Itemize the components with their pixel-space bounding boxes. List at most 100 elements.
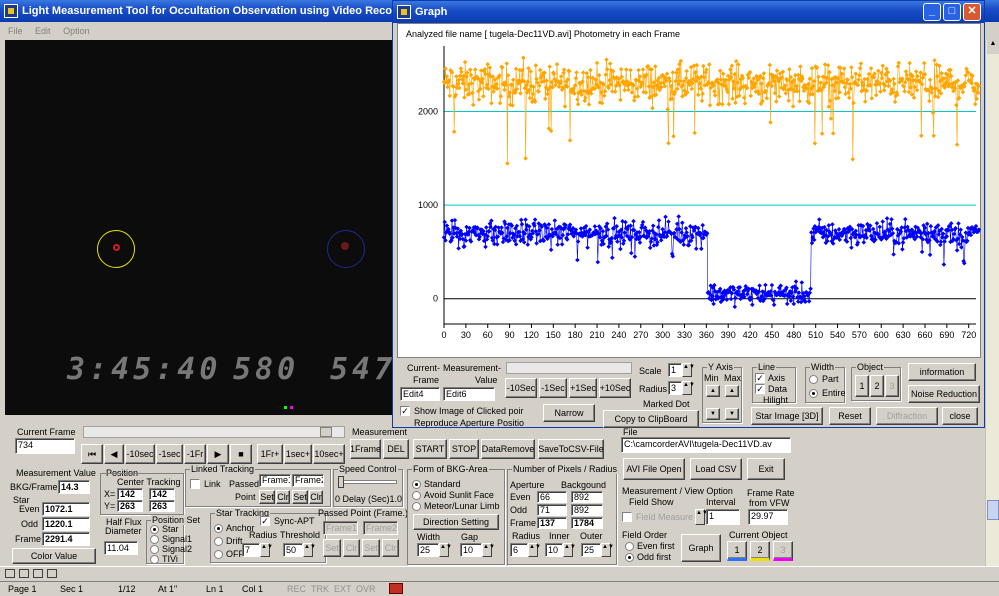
- framerate-input[interactable]: 29.97: [748, 509, 788, 525]
- load-csv-button[interactable]: Load CSV: [690, 458, 742, 480]
- view-outline-icon[interactable]: [47, 569, 57, 578]
- interval-spinner[interactable]: ▲▼: [695, 509, 708, 525]
- view-web-icon[interactable]: [19, 569, 29, 578]
- minus-10sec-button[interactable]: -10sec: [125, 444, 155, 464]
- speed-slider[interactable]: [339, 480, 397, 484]
- direction-setting-button[interactable]: Direction Setting: [413, 514, 499, 530]
- odd-first-radio[interactable]: [625, 553, 634, 562]
- menu-option[interactable]: Option: [63, 26, 90, 36]
- step-back-button[interactable]: ◀: [104, 444, 124, 464]
- current-frame-input[interactable]: 734: [15, 438, 75, 454]
- speed-slider-thumb[interactable]: [338, 476, 344, 488]
- linked-clr2-button[interactable]: Clr: [309, 490, 323, 504]
- graph-button[interactable]: Graph: [681, 534, 721, 562]
- view-print-icon[interactable]: [33, 569, 43, 578]
- edit6-field[interactable]: Edit6: [443, 387, 495, 401]
- graph-close-button[interactable]: close: [942, 407, 978, 425]
- reset-button[interactable]: Reset: [829, 407, 871, 425]
- bkg-width-input[interactable]: 25: [417, 543, 439, 557]
- st-threshold-input[interactable]: 50: [283, 543, 303, 557]
- sync-apt-checkbox[interactable]: ✓: [260, 516, 270, 526]
- st-radius-input[interactable]: 7: [242, 543, 260, 557]
- bkg-gap-spinner[interactable]: ▲▼: [482, 543, 495, 557]
- g-minus10-button[interactable]: -10Sec: [505, 378, 537, 398]
- menu-file[interactable]: File: [8, 26, 23, 36]
- del-button[interactable]: DEL: [383, 439, 409, 459]
- scale-input[interactable]: 1: [668, 363, 682, 377]
- view-normal-icon[interactable]: [5, 569, 15, 578]
- anchor-radio[interactable]: [214, 524, 223, 533]
- px-radius-input[interactable]: 6: [510, 543, 528, 557]
- bkg-standard-radio[interactable]: [412, 480, 421, 489]
- star-image-3d-button[interactable]: Star Image [3D]: [751, 407, 823, 425]
- color-value-button[interactable]: Color Value: [12, 548, 96, 564]
- minus-1sec-button[interactable]: -1sec: [156, 444, 183, 464]
- g-object-1-button[interactable]: 1: [855, 375, 869, 397]
- px-outer-input[interactable]: 25: [581, 543, 601, 557]
- ymax-up-button[interactable]: ▲: [725, 385, 739, 397]
- px-outer-spinner[interactable]: ▲▼: [601, 543, 614, 557]
- narrow-button[interactable]: Narrow: [543, 404, 595, 422]
- interval-input[interactable]: 1: [706, 509, 740, 525]
- g-radius-input[interactable]: 3: [668, 381, 682, 395]
- linked-set1-button[interactable]: Set: [259, 490, 275, 504]
- data-checkbox[interactable]: ✓: [755, 384, 765, 394]
- object-1-button[interactable]: 1: [727, 541, 747, 561]
- ymin-up-button[interactable]: ▲: [706, 385, 720, 397]
- plus-1sec-button[interactable]: 1sec+: [284, 444, 312, 464]
- one-frame-button[interactable]: 1Frame: [350, 439, 381, 459]
- g-plus10-button[interactable]: +10Sec: [599, 378, 631, 398]
- linked-set2-button[interactable]: Set: [292, 490, 308, 504]
- st-radius-spinner[interactable]: ▲▼: [260, 543, 273, 557]
- edit4-field[interactable]: Edit4: [400, 387, 440, 401]
- bkg-sunlit-radio[interactable]: [412, 491, 421, 500]
- part-radio[interactable]: [809, 375, 818, 384]
- right-scrollbar[interactable]: ▲: [985, 40, 999, 566]
- bkg-gap-input[interactable]: 10: [460, 543, 482, 557]
- save-csv-button[interactable]: SaveToCSV-File: [538, 439, 604, 459]
- bkg-width-spinner[interactable]: ▲▼: [439, 543, 452, 557]
- passed-set1-button[interactable]: Set: [323, 539, 341, 557]
- noise-reduction-button[interactable]: Noise Reduction: [908, 385, 980, 403]
- diffraction-button[interactable]: Diffraction: [876, 407, 938, 425]
- copy-clipboard-button[interactable]: Copy to ClipBoard: [603, 410, 699, 428]
- off-radio[interactable]: [214, 550, 223, 559]
- scroll-thumb[interactable]: [987, 500, 999, 520]
- frame-slider[interactable]: [83, 426, 345, 438]
- px-inner-spinner[interactable]: ▲▼: [563, 543, 576, 557]
- video-display[interactable]: 3:45:40 580 547: [5, 40, 393, 415]
- start-button[interactable]: START: [413, 439, 447, 459]
- object-2-button[interactable]: 2: [750, 541, 770, 561]
- ymin-down-button[interactable]: ▼: [706, 408, 720, 420]
- g-object-2-button[interactable]: 2: [870, 375, 884, 397]
- spellcheck-icon[interactable]: [389, 583, 403, 594]
- close-window-button[interactable]: ✕: [963, 3, 981, 21]
- goto-start-button[interactable]: ⏮: [81, 444, 103, 464]
- scale-spinner[interactable]: ▲▼: [682, 363, 695, 377]
- axis-checkbox[interactable]: ✓: [755, 373, 765, 383]
- posset-tivi-radio[interactable]: [150, 555, 159, 564]
- scroll-up-icon[interactable]: ▲: [987, 40, 999, 54]
- g-minus1-button[interactable]: -1Sec: [539, 378, 567, 398]
- passed-clr1-button[interactable]: Clr: [343, 539, 360, 557]
- graph-hscroll[interactable]: [506, 362, 632, 374]
- frame-slider-thumb[interactable]: [320, 427, 332, 437]
- field-measure-checkbox[interactable]: [622, 512, 632, 522]
- stop-button[interactable]: ■: [230, 444, 252, 464]
- exit-button[interactable]: Exit: [747, 458, 785, 480]
- drift-radio[interactable]: [214, 537, 223, 546]
- bkg-limb-radio[interactable]: [412, 502, 421, 511]
- posset-star-radio[interactable]: [150, 525, 159, 534]
- entire-radio[interactable]: [809, 389, 818, 398]
- plus-1frame-button[interactable]: 1Fr+: [257, 444, 283, 464]
- linked-clr1-button[interactable]: Clr: [276, 490, 290, 504]
- px-radius-spinner[interactable]: ▲▼: [528, 543, 541, 557]
- object-3-button[interactable]: 3: [773, 541, 793, 561]
- menu-edit[interactable]: Edit: [35, 26, 51, 36]
- minus-1frame-button[interactable]: -1Fr: [184, 444, 206, 464]
- posset-signal1-radio[interactable]: [150, 535, 159, 544]
- show-image-checkbox[interactable]: ✓: [400, 406, 410, 416]
- even-first-radio[interactable]: [625, 542, 634, 551]
- g-object-3-button[interactable]: 3: [885, 375, 899, 397]
- stop-measure-button[interactable]: STOP: [449, 439, 479, 459]
